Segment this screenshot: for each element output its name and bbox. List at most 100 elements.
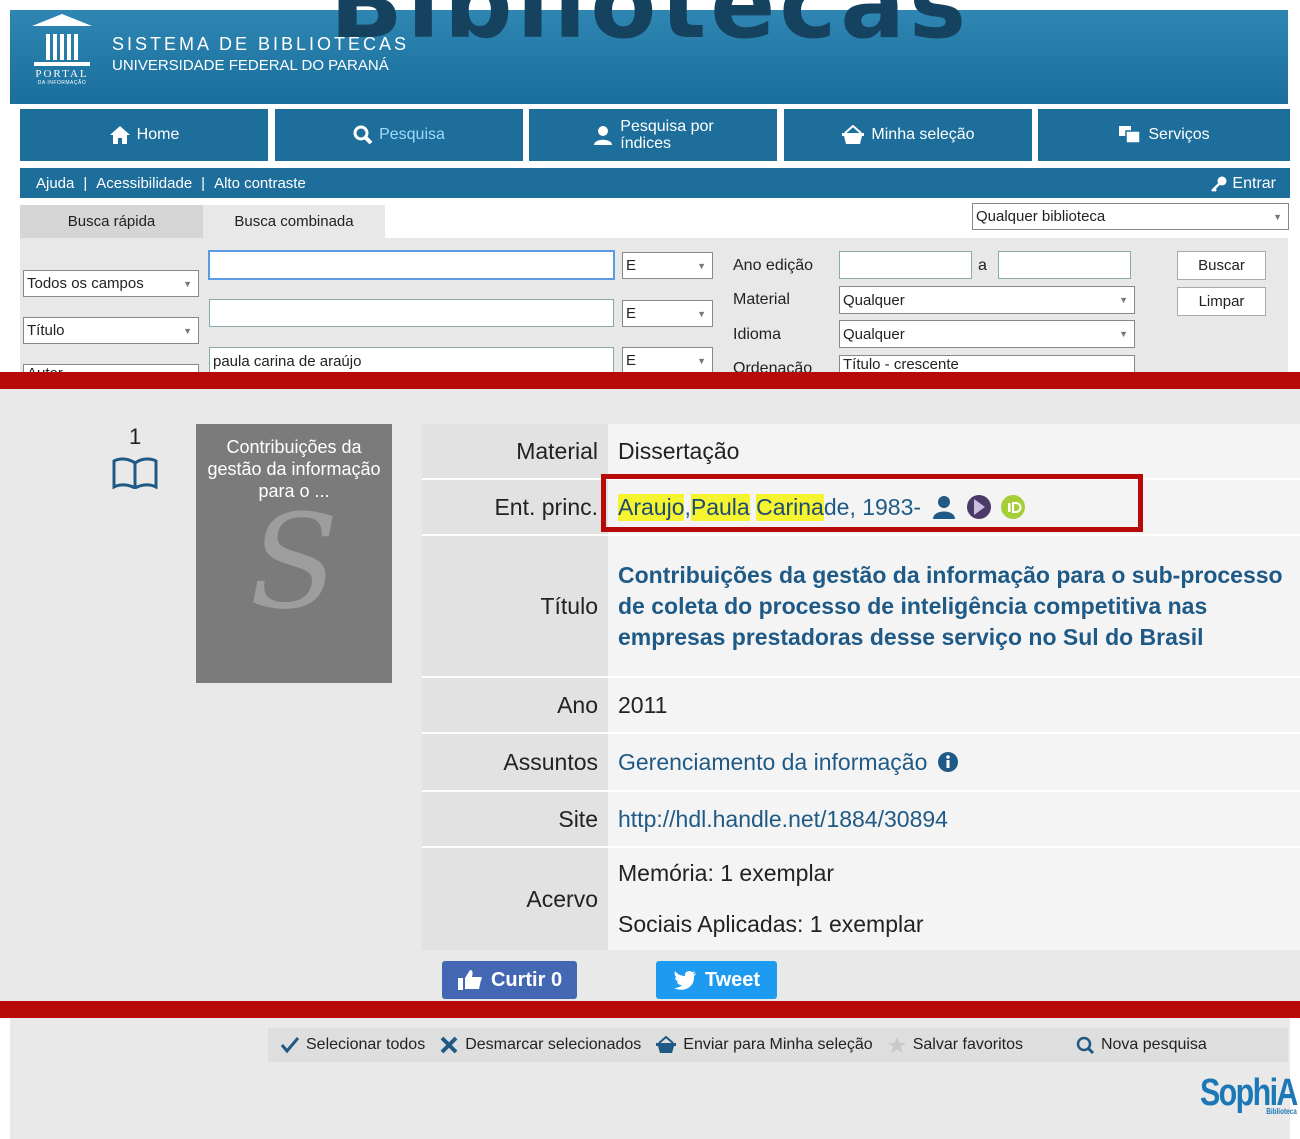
high-contrast-link[interactable]: Alto contraste: [214, 175, 306, 192]
save-favorites-button[interactable]: Salvar favoritos: [887, 1036, 1023, 1054]
material-select[interactable]: Qualquer ▼: [839, 286, 1135, 314]
help-link[interactable]: Ajuda: [36, 175, 74, 192]
clear-button[interactable]: Limpar: [1177, 287, 1266, 316]
chevron-down-icon: ▼: [1119, 329, 1128, 339]
material-label: Material: [733, 291, 790, 308]
site-link[interactable]: http://hdl.handle.net/1884/30894: [608, 792, 1300, 846]
subject-link[interactable]: Gerenciamento da informação: [618, 749, 927, 776]
year-to-input[interactable]: [998, 251, 1131, 279]
like-button[interactable]: Curtir 0: [442, 961, 577, 999]
red-divider-top: [0, 372, 1300, 389]
basket-icon: [656, 1036, 677, 1053]
subjects-key: Assuntos: [422, 734, 608, 790]
language-select[interactable]: Qualquer ▼: [839, 320, 1135, 348]
nav-services-label: Serviços: [1148, 126, 1210, 143]
row-year: Ano 2011: [422, 678, 1300, 734]
operator-value: E: [626, 257, 637, 274]
row-subjects: Assuntos Gerenciamento da informação: [422, 734, 1300, 792]
info-icon[interactable]: [937, 751, 959, 773]
windows-icon: [1119, 126, 1142, 144]
operator-value: E: [626, 305, 637, 322]
chevron-down-icon: ▼: [183, 278, 192, 289]
operator-select-1[interactable]: E ▼: [622, 252, 713, 279]
deselect-label: Desmarcar selecionados: [465, 1036, 642, 1053]
library-select[interactable]: Qualquer biblioteca ▼: [972, 203, 1289, 230]
operator-select-2[interactable]: E ▼: [622, 300, 713, 327]
chevron-down-icon: ▼: [697, 355, 706, 366]
university-name: UNIVERSIDADE FEDERAL DO PARANÁ: [112, 57, 389, 74]
new-search-button[interactable]: Nova pesquisa: [1075, 1036, 1207, 1054]
login-link[interactable]: Entrar: [1210, 175, 1276, 193]
nav-index-label-1: Pesquisa por: [620, 118, 714, 135]
language-label: Idioma: [733, 326, 782, 343]
material-key: Material: [422, 424, 608, 478]
logo-subtext: DA INFORMAÇÃO: [37, 80, 87, 86]
system-name: SISTEMA DE BIBLIOTECAS: [112, 34, 410, 54]
nav-index-search[interactable]: Pesquisa por índices: [529, 109, 777, 161]
operator-value: E: [626, 352, 637, 369]
operator-select-3[interactable]: E ▼: [622, 347, 713, 374]
red-divider-bottom: [0, 1001, 1300, 1018]
tweet-button[interactable]: Tweet: [656, 961, 777, 999]
book-icon: [112, 457, 158, 489]
sophia-logo: SophiA Biblioteca: [1200, 1072, 1298, 1116]
nav-home[interactable]: Home: [20, 109, 268, 161]
nav-index-label-2: índices: [620, 135, 671, 152]
help-bar: Ajuda | Acessibilidade | Alto contraste: [20, 168, 1290, 198]
field-select-1[interactable]: Todos os campos ▼: [23, 270, 199, 297]
nav-search[interactable]: Pesquisa: [275, 109, 523, 161]
checkmark-icon: [280, 1037, 300, 1054]
nav-my-selection[interactable]: Minha seleção: [784, 109, 1032, 161]
search-button[interactable]: Buscar: [1177, 251, 1266, 280]
deselect-button[interactable]: Desmarcar selecionados: [439, 1036, 641, 1054]
tweet-label: Tweet: [704, 968, 761, 991]
search-term-input-3[interactable]: paula carina de araújo: [209, 347, 614, 375]
save-favorites-label: Salvar favoritos: [912, 1036, 1023, 1053]
year-key: Ano: [422, 678, 608, 732]
library-select-value: Qualquer biblioteca: [976, 208, 1106, 225]
send-to-selection-button[interactable]: Enviar para Minha seleção: [655, 1036, 873, 1054]
nav-search-label: Pesquisa: [379, 126, 445, 143]
row-site: Site http://hdl.handle.net/1884/30894: [422, 792, 1300, 848]
holdings-key: Acervo: [422, 848, 608, 950]
field-select-1-value: Todos os campos: [27, 275, 144, 292]
search-term-input-1[interactable]: [208, 250, 615, 280]
row-title: Título Contribuições da gestão da inform…: [422, 536, 1300, 678]
chevron-down-icon: ▼: [1119, 295, 1128, 305]
author-key: Ent. princ.: [422, 480, 608, 534]
tab-combined-search[interactable]: Busca combinada: [203, 205, 385, 238]
site-key: Site: [422, 792, 608, 846]
field-select-2[interactable]: Título ▼: [23, 317, 199, 344]
title-key: Título: [422, 536, 608, 676]
holding-item-2[interactable]: Sociais Aplicadas: 1 exemplar: [618, 911, 924, 938]
nav-services[interactable]: Serviços: [1038, 109, 1290, 161]
star-icon: [887, 1037, 906, 1053]
order-select-value: Título - crescente: [843, 356, 959, 373]
material-value: Dissertação: [608, 424, 1300, 478]
accessibility-link[interactable]: Acessibilidade: [96, 175, 192, 192]
title-value[interactable]: Contribuições da gestão da informação pa…: [608, 536, 1300, 676]
holdings-value: Memória: 1 exemplar Sociais Aplicadas: 1…: [608, 848, 1300, 950]
select-all-label: Selecionar todos: [306, 1036, 426, 1053]
search-term-input-2[interactable]: [209, 299, 614, 327]
highlight-frame: [601, 474, 1143, 532]
cover-logo-letter: S: [249, 486, 339, 638]
select-all-button[interactable]: Selecionar todos: [280, 1036, 425, 1054]
row-material: Material Dissertação: [422, 424, 1300, 480]
chevron-down-icon: ▼: [697, 308, 706, 319]
result-number: 1: [129, 424, 142, 449]
book-cover[interactable]: Contribuições da gestão da informação pa…: [196, 424, 392, 683]
like-label: Curtir 0: [490, 968, 563, 991]
person-icon: [594, 126, 613, 145]
tab-quick-search[interactable]: Busca rápida: [20, 205, 203, 238]
basket-icon: [842, 125, 865, 144]
bird-icon: [673, 970, 696, 990]
year-from-input[interactable]: [839, 251, 972, 279]
temple-icon: [32, 14, 92, 26]
year-label: Ano edição: [733, 257, 814, 274]
new-search-label: Nova pesquisa: [1100, 1036, 1207, 1053]
row-holdings: Acervo Memória: 1 exemplar Sociais Aplic…: [422, 848, 1300, 950]
holding-item-1[interactable]: Memória: 1 exemplar: [618, 860, 834, 887]
portal-logo[interactable]: PORTAL DA INFORMAÇÃO: [24, 14, 100, 98]
x-icon: [440, 1036, 458, 1054]
